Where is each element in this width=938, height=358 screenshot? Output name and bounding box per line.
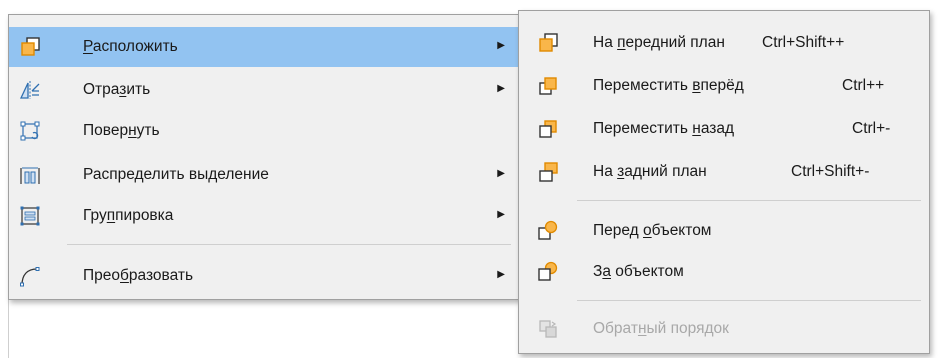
shortcut-text: Ctrl+-	[852, 120, 891, 137]
submenu-arrow-icon: ▶	[497, 83, 505, 94]
behind-object-icon	[537, 261, 559, 283]
rotate-icon	[19, 120, 41, 142]
submenu-arrow-icon: ▶	[497, 168, 505, 179]
context-menu: Расположить ▶ Отразить ▶ Повернуть Распр…	[8, 14, 520, 300]
menu-item-label: Переместить вперёд	[593, 77, 744, 94]
menu-item-label: На передний план	[593, 34, 725, 51]
menu-separator	[67, 244, 511, 245]
menu-item-send-to-back[interactable]: На задний план Ctrl+Shift+-	[519, 152, 929, 192]
menu-item-arrange[interactable]: Расположить ▶	[9, 27, 519, 67]
menu-item-label: Отразить	[83, 81, 151, 98]
menu-item-group[interactable]: Группировка ▶	[9, 196, 519, 236]
in-front-of-object-icon	[537, 220, 559, 242]
shortcut-text: Ctrl+Shift++	[762, 34, 845, 51]
menu-item-label: Обратный порядок	[593, 320, 729, 337]
document-background	[8, 300, 518, 358]
shortcut-text: Ctrl++	[842, 77, 885, 94]
menu-item-bring-forward[interactable]: Переместить вперёд Ctrl++	[519, 66, 929, 106]
menu-separator	[577, 200, 921, 201]
arrange-submenu: На передний план Ctrl+Shift++ Переместит…	[518, 10, 930, 354]
reverse-order-icon	[537, 318, 559, 340]
menu-item-label: За объектом	[593, 263, 684, 280]
convert-icon	[19, 265, 41, 287]
group-icon	[19, 205, 41, 227]
shortcut-text: Ctrl+Shift+-	[791, 163, 870, 180]
submenu-arrow-icon: ▶	[497, 40, 505, 51]
menu-item-label: Повернуть	[83, 122, 160, 139]
menu-item-behind-object[interactable]: За объектом	[519, 252, 929, 292]
menu-item-label: На задний план	[593, 163, 707, 180]
flip-icon	[19, 79, 41, 101]
bring-forward-icon	[537, 75, 559, 97]
submenu-arrow-icon: ▶	[497, 209, 505, 220]
menu-item-reverse-order[interactable]: Обратный порядок	[519, 309, 929, 349]
menu-item-label: Переместить назад	[593, 120, 735, 137]
menu-item-label: Группировка	[83, 207, 174, 224]
menu-item-in-front-of-object[interactable]: Перед объектом	[519, 211, 929, 251]
menu-item-label: Перед объектом	[593, 222, 712, 239]
send-backward-icon	[537, 118, 559, 140]
menu-item-label: Преобразовать	[83, 267, 194, 284]
menu-separator	[577, 300, 921, 301]
menu-item-bring-to-front[interactable]: На передний план Ctrl+Shift++	[519, 23, 929, 63]
menu-item-label: Расположить	[83, 38, 178, 55]
submenu-arrow-icon: ▶	[497, 269, 505, 280]
menu-item-rotate[interactable]: Повернуть	[9, 111, 519, 151]
distribute-icon	[19, 164, 41, 186]
menu-item-convert[interactable]: Преобразовать ▶	[9, 256, 519, 296]
send-to-back-icon	[537, 161, 559, 183]
menu-item-label: Распределить выделение	[83, 166, 269, 183]
menu-item-send-backward[interactable]: Переместить назад Ctrl+-	[519, 109, 929, 149]
bring-to-front-icon	[537, 32, 559, 54]
menu-item-distribute-selection[interactable]: Распределить выделение ▶	[9, 155, 519, 195]
menu-item-flip[interactable]: Отразить ▶	[9, 70, 519, 110]
arrange-icon	[19, 36, 41, 58]
